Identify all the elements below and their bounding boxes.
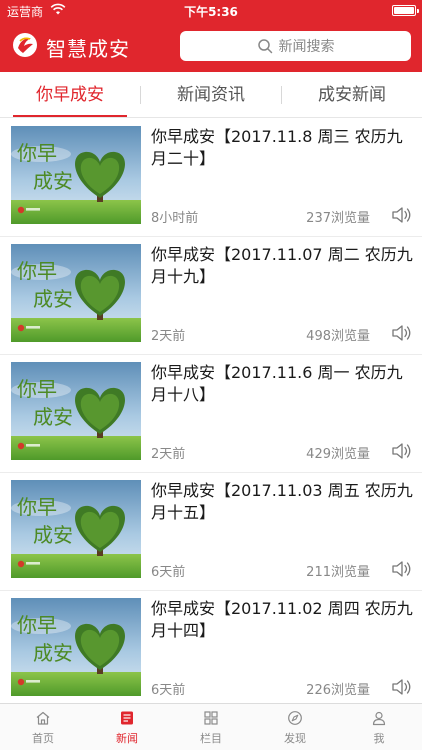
svg-text:成安: 成安 [33,287,73,311]
tabbar-home[interactable]: 首页 [1,704,85,750]
tabbar-label: 我 [373,732,385,745]
article-thumbnail: 你早 成安 [11,362,141,460]
search-bar[interactable]: 新闻搜索 [180,31,411,61]
status-time: 下午5:36 [184,5,238,19]
app-logo-icon [13,33,37,57]
svg-text:成安: 成安 [33,641,73,665]
svg-text:你早: 你早 [17,495,57,519]
tab-cheng-an-news[interactable]: 成安新闻 [282,72,422,118]
article-list[interactable]: 你早 成安 你早成安【2017.11.8 周三 农历九月二十】 8小时前 237… [0,119,422,703]
app-header: 运营商 下午5:36 智慧成安 新闻搜索 [0,0,422,72]
speaker-icon[interactable] [390,559,412,579]
article-thumbnail: 你早 成安 [11,480,141,578]
tabbar-label: 栏目 [200,732,222,745]
tabbar-news[interactable]: 新闻 [85,704,169,750]
grid-icon [204,711,218,725]
article-time: 8小时前 [151,211,199,226]
article-views: 237浏览量 [306,211,370,226]
article-views: 498浏览量 [306,329,370,344]
news-icon [121,711,133,725]
svg-text:你早: 你早 [17,259,57,283]
tabbar-me[interactable]: 我 [337,704,421,750]
svg-text:成安: 成安 [33,405,73,429]
article-views: 226浏览量 [306,683,370,698]
user-icon [372,711,386,726]
svg-text:你早: 你早 [17,377,57,401]
tabbar-label: 首页 [32,732,54,745]
article-time: 2天前 [151,329,186,344]
article-title: 你早成安【2017.11.8 周三 农历九月二十】 [151,127,403,168]
article-thumbnail: 你早 成安 [11,126,141,224]
bottom-tab-bar: 首页 新闻 栏目 发现 我 [0,703,422,750]
app-title: 智慧成安 [46,37,130,61]
article-views: 429浏览量 [306,447,370,462]
article-time: 6天前 [151,683,186,698]
article-item[interactable]: 你早 成安 你早成安【2017.11.02 周四 农历九月十四】 6天前 226… [0,591,422,703]
speaker-icon[interactable] [390,677,412,697]
home-icon [36,711,50,725]
article-thumbnail: 你早 成安 [11,598,141,696]
svg-text:成安: 成安 [33,169,73,193]
tabbar-columns[interactable]: 栏目 [169,704,253,750]
tab-ni-zao-cheng-an[interactable]: 你早成安 [0,72,140,118]
speaker-icon[interactable] [390,323,412,343]
compass-icon [288,711,302,725]
search-placeholder: 新闻搜索 [278,39,335,55]
article-title: 你早成安【2017.11.07 周二 农历九月十九】 [151,245,413,286]
article-item[interactable]: 你早 成安 你早成安【2017.11.6 周一 农历九月十八】 2天前 429浏… [0,355,422,473]
article-title: 你早成安【2017.11.02 周四 农历九月十四】 [151,599,413,640]
svg-text:成安: 成安 [33,523,73,547]
svg-text:你早: 你早 [17,141,57,165]
article-time: 2天前 [151,447,186,462]
tabbar-label: 发现 [284,732,306,745]
tab-news-info[interactable]: 新闻资讯 [141,72,281,118]
status-bar: 运营商 下午5:36 [0,0,422,20]
article-thumbnail: 你早 成安 [11,244,141,342]
tabbar-discover[interactable]: 发现 [253,704,337,750]
svg-text:你早: 你早 [17,613,57,637]
tabbar-label: 新闻 [116,732,138,745]
active-tab-indicator [13,115,127,117]
article-item[interactable]: 你早 成安 你早成安【2017.11.03 周五 农历九月十五】 6天前 211… [0,473,422,591]
article-time: 6天前 [151,565,186,580]
battery-icon [392,5,419,16]
article-title: 你早成安【2017.11.03 周五 农历九月十五】 [151,481,413,522]
article-item[interactable]: 你早 成安 你早成安【2017.11.07 周二 农历九月十九】 2天前 498… [0,237,422,355]
article-item[interactable]: 你早 成安 你早成安【2017.11.8 周三 农历九月二十】 8小时前 237… [0,119,422,237]
article-views: 211浏览量 [306,565,370,580]
speaker-icon[interactable] [390,441,412,461]
article-title: 你早成安【2017.11.6 周一 农历九月十八】 [151,363,403,404]
speaker-icon[interactable] [390,205,412,225]
category-tabs: 你早成安 新闻资讯 成安新闻 [0,72,422,118]
search-icon [257,39,272,54]
